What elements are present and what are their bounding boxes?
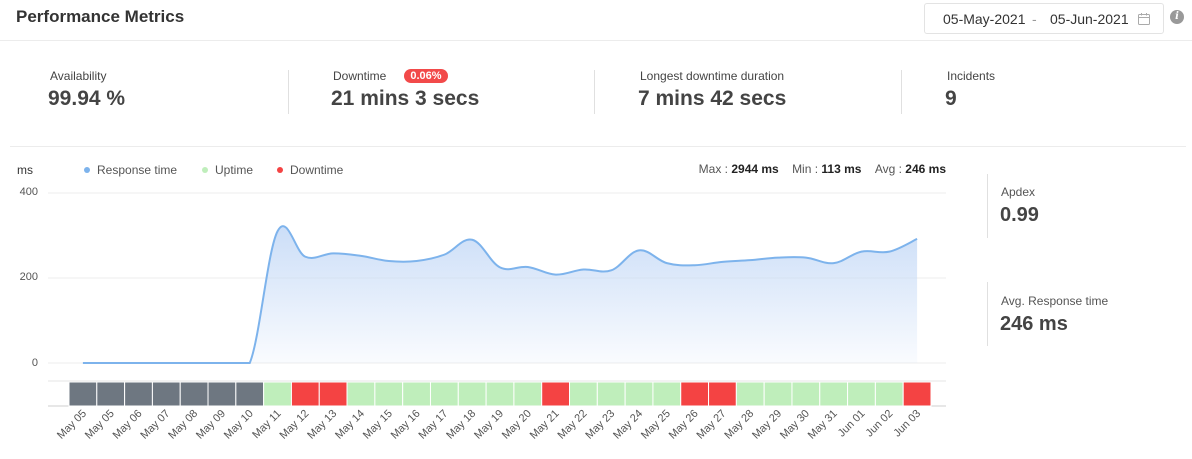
x-tick-label: May 08 [166,408,200,442]
status-cell-nodata [124,381,153,407]
status-cell-downtime [902,381,932,407]
status-cell-uptime [791,381,821,407]
status-cell-uptime [513,381,543,407]
apdex-block: Apdex 0.99 [987,174,1039,238]
status-cell-downtime [541,381,571,407]
x-tick-label: May 11 [250,408,283,441]
status-cell-uptime [763,381,793,407]
status-cell-uptime [624,381,654,407]
avg-response-block: Avg. Response time 246 ms [987,282,1109,346]
status-cell-uptime [847,381,876,407]
apdex-label: Apdex [1001,185,1036,199]
x-tick-label: Jun 01 [836,408,868,440]
status-cell-uptime [346,381,376,407]
x-tick-label: May 23 [583,408,617,442]
x-tick-label: May 28 [722,408,756,442]
status-cell-downtime [708,381,737,407]
x-tick-label: May 16 [389,408,423,442]
side-divider [987,174,988,238]
status-cell-nodata [207,381,237,407]
x-tick-label: May 31 [806,408,840,442]
status-cell-uptime [485,381,515,407]
status-cell-nodata [68,381,98,407]
status-cell-uptime [429,381,459,407]
x-tick-label: May 25 [639,408,673,442]
x-tick-label: May 26 [667,408,701,442]
status-cell-uptime [652,381,682,407]
apdex-value: 0.99 [1000,204,1039,226]
status-cell-uptime [569,381,598,407]
response-time-area [82,226,918,363]
x-tick-label: May 20 [500,408,534,442]
x-tick-label: May 10 [222,408,256,442]
status-cell-uptime [735,381,765,407]
avg-response-value: 246 ms [1000,313,1068,335]
x-tick-label: Jun 03 [891,408,923,440]
x-tick-label: May 15 [361,408,395,442]
status-cell-nodata [151,381,181,407]
x-tick-label: May 27 [695,408,729,442]
x-tick-label: May 21 [528,408,562,442]
response-time-chart: May 05May 05May 06May 07May 08May 09May … [48,192,946,442]
status-cell-downtime [290,381,320,407]
status-cell-downtime [680,381,710,407]
status-cell-uptime [874,381,904,407]
x-tick-label: May 30 [778,408,812,442]
performance-metrics-panel: Performance Metrics 05-May-2021 - 05-Jun… [0,0,1192,459]
x-tick-label: May 07 [138,408,172,442]
status-cell-downtime [318,381,348,407]
x-tick-label: May 14 [333,408,367,442]
x-tick-label: May 29 [750,408,784,442]
x-tick-label: Jun 02 [864,408,896,440]
x-tick-label: May 13 [305,408,339,442]
x-tick-label: May 12 [277,408,311,442]
avg-response-label: Avg. Response time [1001,294,1109,308]
status-cell-nodata [96,381,126,407]
x-tick-label: May 18 [444,408,478,442]
x-tick-label: May 05 [55,408,89,442]
x-tick-label: May 06 [111,408,145,442]
status-cell-uptime [819,381,849,407]
status-cell-nodata [179,381,209,407]
status-cell-uptime [374,381,404,407]
side-divider [987,282,988,346]
status-cell-uptime [402,381,431,407]
status-cell-uptime [457,381,487,407]
status-cell-uptime [596,381,626,407]
status-cell-uptime [263,381,292,407]
x-tick-label: May 17 [417,408,451,442]
status-cell-nodata [235,381,265,407]
x-tick-label: May 22 [556,408,590,442]
x-tick-label: May 09 [194,408,228,442]
x-tick-label: May 05 [83,408,117,442]
x-tick-label: May 19 [472,408,506,442]
x-tick-label: May 24 [611,408,645,442]
